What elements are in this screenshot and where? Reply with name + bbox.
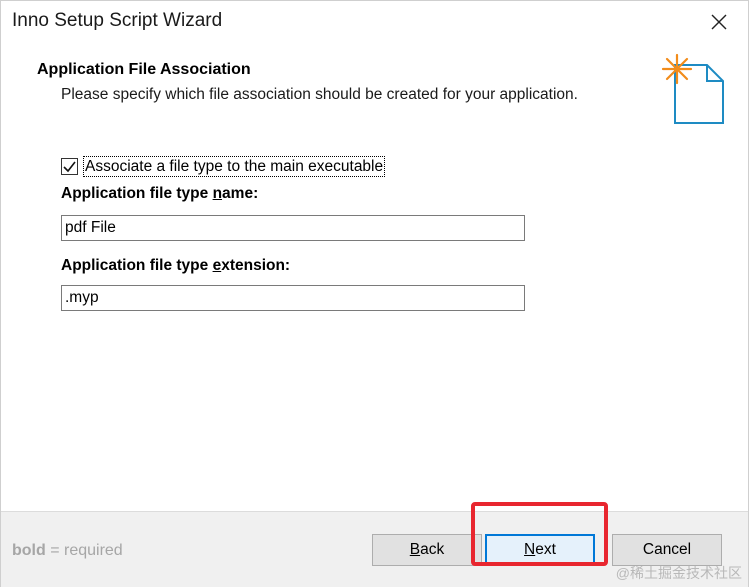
cancel-button[interactable]: Cancel xyxy=(612,534,722,566)
page-title: Application File Association xyxy=(37,61,251,78)
wizard-window: Inno Setup Script Wizard Application Fil… xyxy=(0,0,749,587)
associate-checkbox-label[interactable]: Associate a file type to the main execut… xyxy=(82,155,386,177)
type-name-label: Application file type name: xyxy=(61,185,259,202)
type-extension-input[interactable]: .myp xyxy=(61,285,525,311)
close-button[interactable] xyxy=(690,1,748,43)
type-name-input[interactable]: pdf File xyxy=(61,215,525,241)
window-title: Inno Setup Script Wizard xyxy=(12,10,223,31)
type-extension-label: Application file type extension: xyxy=(61,257,291,274)
close-icon xyxy=(711,14,727,30)
wizard-header: Application File Association Please spec… xyxy=(1,43,748,135)
page-subtitle: Please specify which file association sh… xyxy=(61,86,578,103)
wizard-content: Associate a file type to the main execut… xyxy=(1,135,748,511)
associate-checkbox[interactable] xyxy=(61,157,78,175)
next-button[interactable]: Next xyxy=(485,534,595,566)
back-button[interactable]: Back xyxy=(372,534,482,566)
required-hint: bold = required xyxy=(12,542,123,559)
associate-option[interactable]: Associate a file type to the main execut… xyxy=(61,155,386,177)
new-file-sparkle-icon xyxy=(661,53,724,124)
title-bar: Inno Setup Script Wizard xyxy=(1,1,748,43)
checkmark-icon xyxy=(63,161,76,172)
watermark: @稀土掘金技术社区 xyxy=(615,565,742,581)
